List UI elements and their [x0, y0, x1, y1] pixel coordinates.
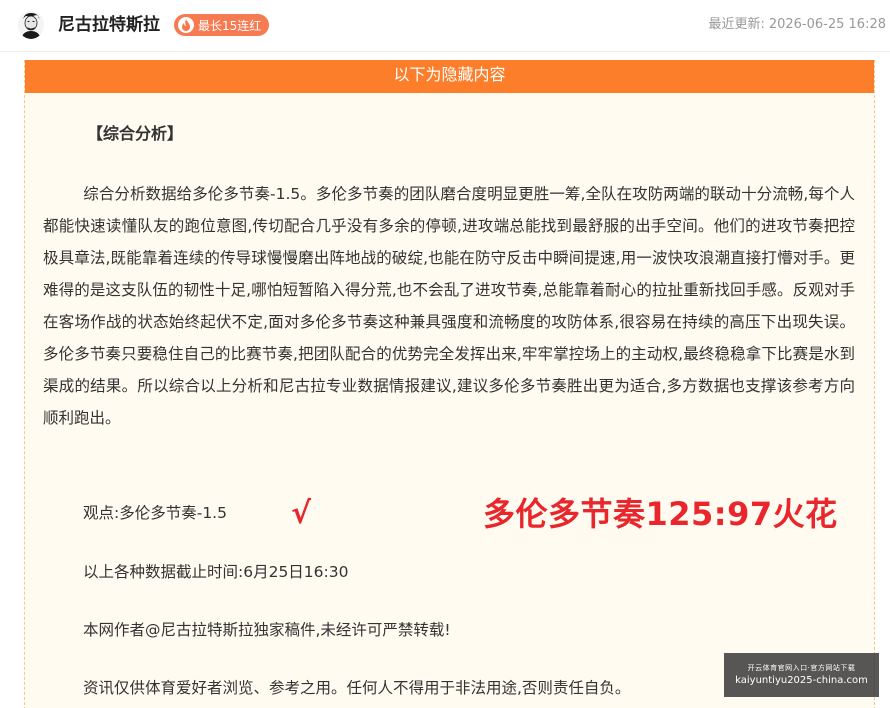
watermark-title: 开云体育官网入口·官方网站下载	[747, 664, 856, 672]
streak-badge: 最长15连红	[174, 14, 270, 36]
last-updated: 最近更新: 2026-06-25 16:28	[708, 16, 886, 34]
section-title: 【综合分析】	[87, 124, 184, 143]
copyright-notice: 本网作者@尼古拉特斯拉独家稿件,未经许可严禁转载!	[83, 621, 451, 639]
disclaimer: 资讯仅供体育爱好者浏览、参考之用。任何人不得用于非法用途,否则责任自负。	[83, 679, 631, 697]
article-header: 尼古拉特斯拉 最长15连红 最近更新: 2026-06-25 16:28	[0, 0, 890, 52]
data-cutoff-time: 以上各种数据截止时间:6月25日16:30	[83, 563, 349, 581]
portrait-icon	[18, 11, 44, 39]
hidden-content-box: 以下为隐藏内容 【综合分析】 综合分析数据给多伦多节奏-1.5。多伦多节奏的团队…	[24, 60, 875, 708]
flame-icon	[178, 17, 194, 33]
hidden-content-banner: 以下为隐藏内容	[25, 60, 874, 93]
author-name[interactable]: 尼古拉特斯拉	[58, 13, 160, 37]
watermark-url: kaiyuntiyu2025-china.com	[735, 675, 868, 686]
author-avatar[interactable]	[18, 11, 44, 39]
streak-badge-label: 最长15连红	[198, 18, 262, 33]
checkmark-icon: √	[291, 496, 312, 531]
result-stamp: 多伦多节奏125:97火花	[483, 495, 838, 533]
viewpoint: 观点:多伦多节奏-1.5	[83, 504, 227, 522]
analysis-paragraph: 综合分析数据给多伦多节奏-1.5。多伦多节奏的团队磨合度明显更胜一筹,全队在攻防…	[43, 185, 855, 427]
last-updated-label: 最近更新:	[708, 17, 765, 32]
last-updated-value: 2026-06-25 16:28	[768, 17, 886, 32]
page: 尼古拉特斯拉 最长15连红 最近更新: 2026-06-25 16:28 以下为隐…	[0, 0, 890, 708]
site-watermark: 开云体育官网入口·官方网站下载 kaiyuntiyu2025-china.com	[724, 653, 879, 697]
